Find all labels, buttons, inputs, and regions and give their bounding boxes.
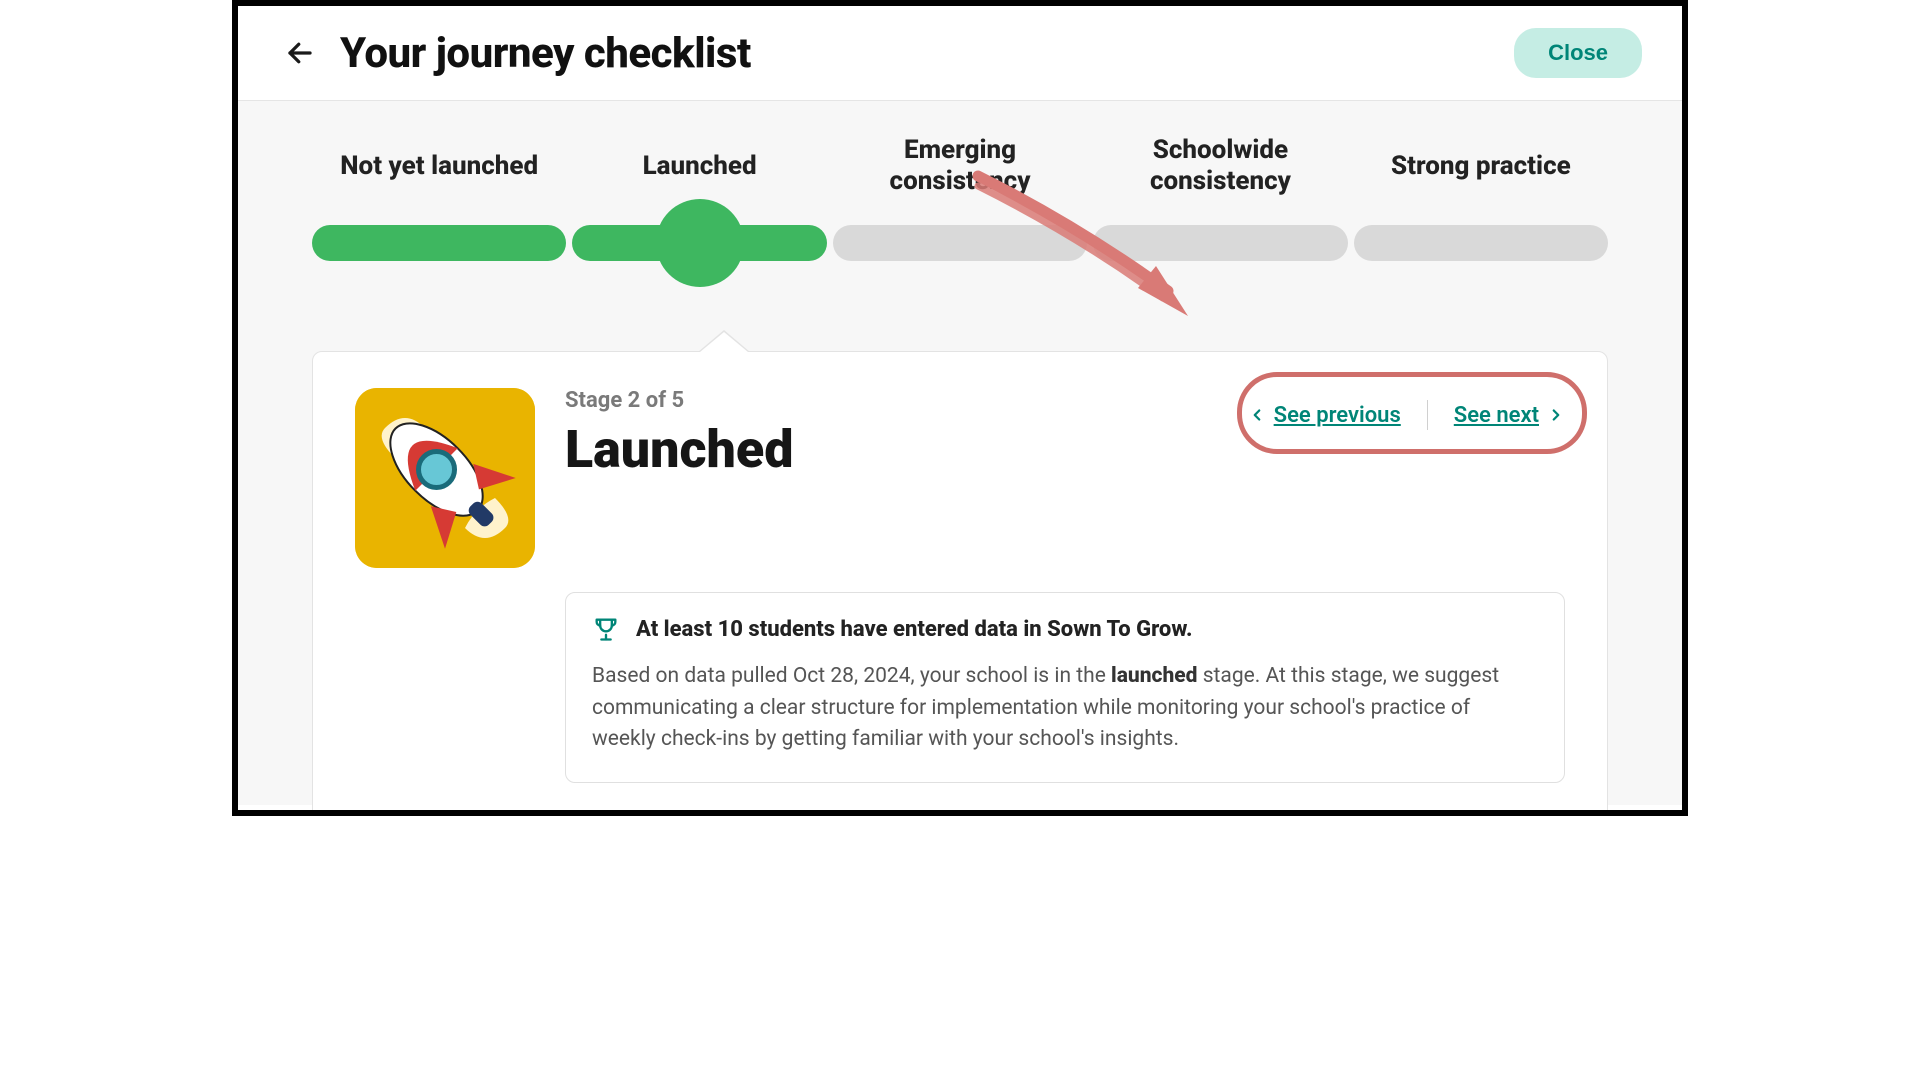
progress-segment bbox=[312, 225, 566, 261]
info-box: At least 10 students have entered data i… bbox=[565, 592, 1565, 783]
rocket-badge bbox=[355, 388, 535, 568]
stage-card: Stage 2 of 5 Launched See previous See n… bbox=[312, 351, 1608, 816]
info-body: Based on data pulled Oct 28, 2024, your … bbox=[592, 661, 1538, 756]
close-button[interactable]: Close bbox=[1514, 28, 1642, 78]
see-next-link[interactable]: See next bbox=[1454, 403, 1565, 428]
stage-label: Strong practice bbox=[1354, 135, 1608, 197]
progress-bar bbox=[312, 225, 1608, 261]
stage-labels: Not yet launched Launched Emerging consi… bbox=[312, 135, 1608, 197]
progress-segment bbox=[1354, 225, 1608, 261]
see-previous-link[interactable]: See previous bbox=[1248, 403, 1401, 428]
info-head: At least 10 students have entered data i… bbox=[592, 615, 1538, 643]
nav-label: See next bbox=[1454, 403, 1539, 428]
chevron-left-icon bbox=[1248, 406, 1266, 424]
stage-label: Launched bbox=[572, 135, 826, 197]
nav-separator bbox=[1427, 400, 1428, 430]
card-top: Stage 2 of 5 Launched See previous See n… bbox=[355, 388, 1565, 568]
info-body-bold: launched bbox=[1111, 664, 1197, 688]
progress-segment bbox=[833, 225, 1087, 261]
page-title: Your journey checklist bbox=[340, 29, 1514, 78]
progress-segment bbox=[1093, 225, 1347, 261]
info-headline: At least 10 students have entered data i… bbox=[636, 617, 1193, 642]
trophy-icon bbox=[592, 615, 620, 643]
stage-nav: See previous See next bbox=[1248, 400, 1565, 430]
stage-label: Not yet launched bbox=[312, 135, 566, 197]
body: Not yet launched Launched Emerging consi… bbox=[238, 101, 1682, 805]
info-body-pre: Based on data pulled Oct 28, 2024, your … bbox=[592, 664, 1111, 688]
rocket-icon bbox=[355, 388, 535, 568]
stage-label: Emerging consistency bbox=[833, 135, 1087, 197]
stage-label: Schoolwide consistency bbox=[1093, 135, 1347, 197]
header: Your journey checklist Close bbox=[238, 6, 1682, 101]
nav-label: See previous bbox=[1274, 403, 1401, 428]
back-button[interactable] bbox=[278, 31, 322, 75]
chevron-right-icon bbox=[1547, 406, 1565, 424]
arrow-left-icon bbox=[285, 38, 315, 68]
progress-knob bbox=[656, 199, 744, 287]
page-frame: Your journey checklist Close Not yet lau… bbox=[232, 0, 1688, 816]
